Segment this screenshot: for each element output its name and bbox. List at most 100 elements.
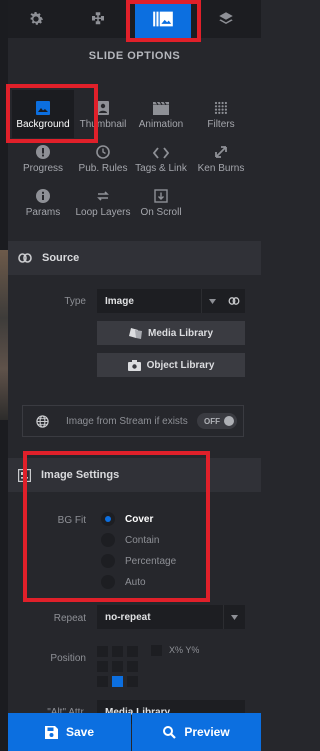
scroll-icon (130, 185, 192, 203)
bg-fit-option-cover[interactable]: Cover (101, 512, 153, 526)
option-label: Thumbnail (79, 119, 127, 130)
position-center[interactable] (112, 661, 123, 672)
tab-addons[interactable] (70, 0, 126, 38)
photos-icon (128, 328, 142, 339)
layers-icon (219, 12, 233, 24)
bg-fit-option-auto[interactable]: Auto (101, 575, 146, 589)
xy-label: X% Y% (169, 645, 200, 655)
position-bottom-right[interactable] (127, 676, 138, 687)
option-thumbnail[interactable]: Thumbnail (72, 97, 134, 137)
option-on-scroll[interactable]: On Scroll (130, 185, 192, 225)
save-button[interactable]: Save (8, 713, 131, 751)
link-icon (18, 253, 32, 263)
slide-layers-icon (153, 11, 173, 27)
option-publish-rules[interactable]: Pub. Rules (72, 141, 134, 181)
puzzle-icon (92, 12, 104, 25)
object-library-button[interactable]: Object Library (97, 353, 245, 377)
position-bottom-center[interactable] (112, 676, 123, 687)
option-filters[interactable]: Filters (190, 97, 252, 137)
type-label: Type (64, 296, 86, 307)
floppy-disk-icon (44, 725, 58, 739)
option-loop-layers[interactable]: Loop Layers (72, 185, 134, 225)
type-value: Image (105, 295, 134, 307)
radio-unselected[interactable] (101, 575, 115, 589)
option-label: Ken Burns (197, 163, 245, 174)
slide-preview-image (0, 250, 8, 420)
type-select[interactable]: Image (97, 289, 223, 313)
option-ken-burns[interactable]: Ken Burns (190, 141, 252, 181)
portrait-icon (72, 97, 134, 115)
bg-fit-option-label: Cover (125, 513, 154, 525)
image-settings-icon (18, 468, 31, 482)
section-header-source[interactable]: Source (8, 241, 261, 275)
info-icon (12, 185, 74, 203)
alert-icon (12, 141, 74, 159)
radio-unselected[interactable] (101, 554, 115, 568)
position-center-right[interactable] (127, 661, 138, 672)
footer-action-bar: Save Preview (8, 713, 261, 751)
repeat-value: no-repeat (105, 611, 151, 623)
position-label: Position (50, 653, 86, 664)
bg-fit-option-label: Auto (125, 576, 146, 588)
option-label: Loop Layers (75, 207, 131, 218)
loop-icon (72, 185, 134, 203)
toggle-state: OFF (204, 416, 220, 426)
camera-icon (127, 359, 141, 371)
option-params[interactable]: Params (12, 185, 74, 225)
option-background[interactable]: Background (12, 90, 74, 138)
stream-image-row: Image from Stream if exists OFF (22, 405, 244, 437)
globe-icon (36, 415, 49, 428)
clapper-icon (130, 97, 192, 115)
link-source-button[interactable] (223, 289, 245, 313)
bg-fit-label: BG Fit (57, 515, 86, 526)
gear-icon (30, 12, 44, 25)
position-top-left[interactable] (97, 646, 108, 657)
media-library-button[interactable]: Media Library (97, 321, 245, 345)
stream-toggle[interactable]: OFF (197, 413, 237, 429)
position-grid (97, 646, 138, 687)
chevron-down-icon (223, 605, 245, 629)
slide-editor-panel: SLIDE OPTIONS Background Thumbnail Anima… (6, 0, 261, 751)
section-header-image-settings[interactable]: Image Settings (8, 458, 261, 492)
tab-slide-options[interactable] (135, 0, 191, 38)
search-icon (163, 725, 177, 739)
bg-fit-option-percentage[interactable]: Percentage (101, 554, 176, 568)
tab-layers[interactable] (198, 0, 254, 38)
preview-button[interactable]: Preview (132, 713, 261, 751)
repeat-label: Repeat (53, 613, 86, 624)
position-top-right[interactable] (127, 646, 138, 657)
stream-label: Image from Stream if exists (66, 416, 188, 427)
option-label: On Scroll (140, 207, 182, 218)
position-bottom-left[interactable] (97, 676, 108, 687)
option-label: Tags & Link (135, 163, 187, 174)
tab-general-settings[interactable] (8, 0, 64, 38)
position-center-left[interactable] (97, 661, 108, 672)
section-title: Image Settings (41, 469, 120, 481)
section-title: Source (42, 252, 80, 264)
chevron-down-icon (201, 289, 223, 313)
clock-icon (72, 141, 134, 159)
position-top-center[interactable] (112, 646, 123, 657)
custom-position-checkbox[interactable] (151, 645, 162, 656)
repeat-select[interactable]: no-repeat (97, 605, 245, 629)
link-icon (228, 297, 240, 305)
option-label: Progress (22, 163, 63, 174)
option-label: Background (16, 119, 70, 130)
top-tab-bar (8, 0, 261, 38)
save-label: Save (65, 725, 95, 739)
ken-burns-icon (190, 141, 252, 159)
option-label: Animation (138, 119, 184, 130)
code-icon (130, 141, 192, 159)
radio-unselected[interactable] (101, 533, 115, 547)
option-label: Filters (207, 119, 235, 130)
bg-fit-option-label: Contain (125, 534, 160, 546)
option-progress[interactable]: Progress (12, 141, 74, 181)
object-library-label: Object Library (146, 359, 215, 371)
bg-fit-option-label: Percentage (125, 555, 177, 567)
preview-label: Preview (184, 725, 230, 739)
option-tags-link[interactable]: Tags & Link (130, 141, 192, 181)
option-animation[interactable]: Animation (130, 97, 192, 137)
radio-selected[interactable] (101, 512, 115, 526)
dots-grid-icon (190, 97, 252, 115)
bg-fit-option-contain[interactable]: Contain (101, 533, 159, 547)
